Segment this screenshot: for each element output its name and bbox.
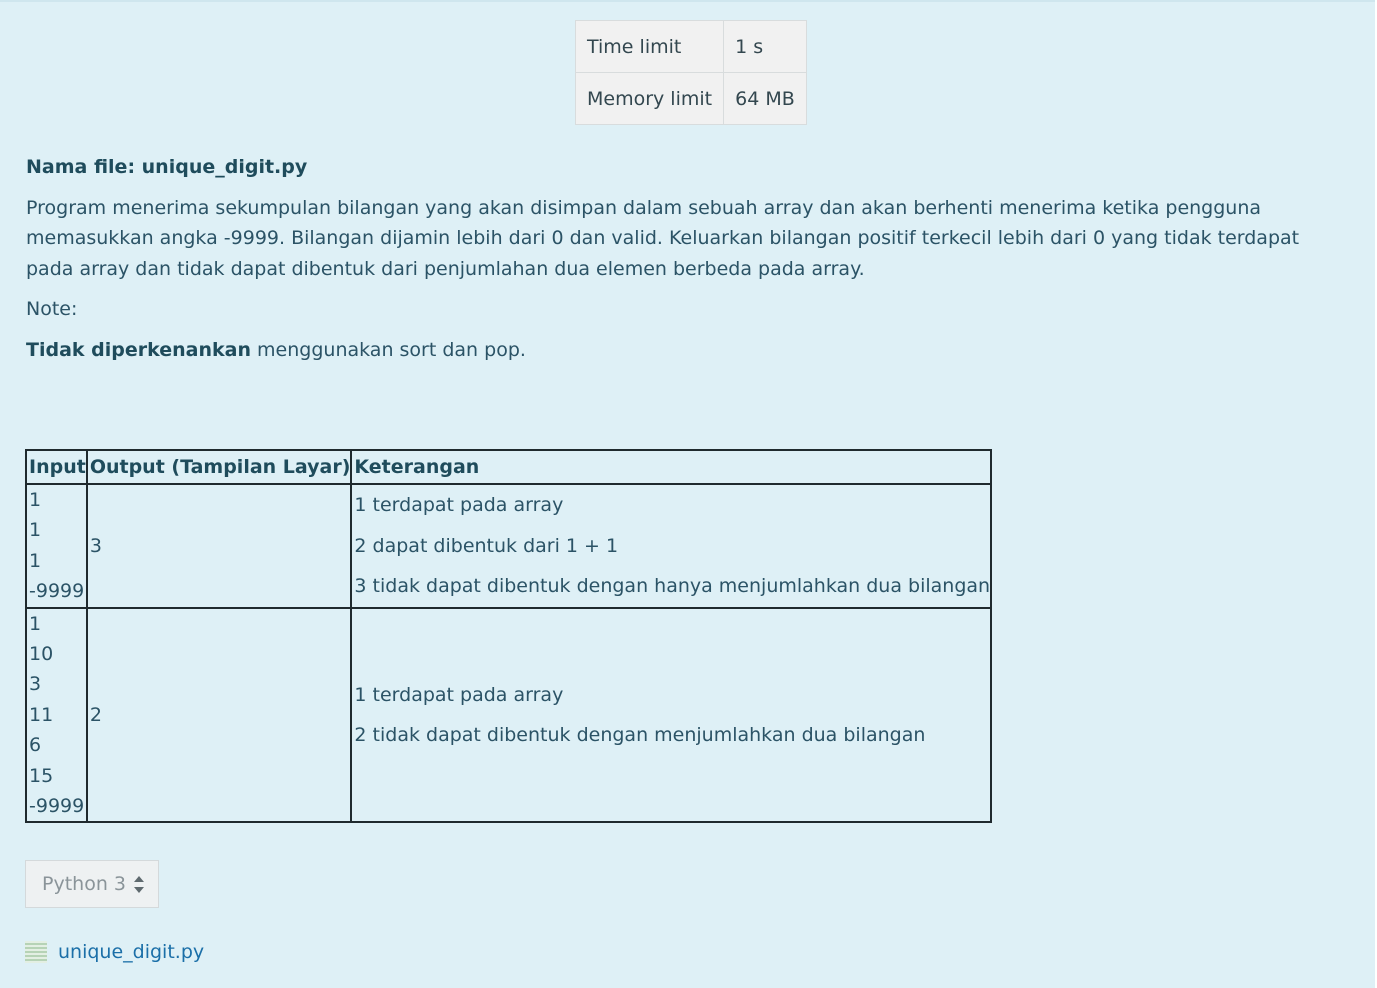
language-select[interactable]: Python 3 xyxy=(25,860,159,908)
example-input: 1 1 1 -9999 xyxy=(25,483,88,609)
time-limit-value: 1 s xyxy=(723,20,807,73)
input-line: 1 xyxy=(29,519,42,542)
memory-limit-value: 64 MB xyxy=(723,72,807,125)
input-line: 1 xyxy=(29,549,42,572)
file-download-link[interactable]: unique_digit.py xyxy=(58,941,204,963)
memory-limit-row: Memory limit 64 MB xyxy=(574,72,807,125)
header-output: Output (Tampilan Layar) xyxy=(85,449,353,485)
input-line: 11 xyxy=(29,703,54,726)
example-notes: 1 terdapat pada array 2 dapat dibentuk d… xyxy=(350,483,993,609)
note-line: 2 tidak dapat dibentuk dengan menjumlahk… xyxy=(354,724,926,747)
input-line: -9999 xyxy=(29,580,85,603)
text-file-icon xyxy=(25,941,47,963)
note-line: 1 terdapat pada array xyxy=(354,683,564,706)
note-line: 3 tidak dapat dibentuk dengan hanya menj… xyxy=(354,575,991,598)
problem-statement: Nama file: unique_digit.py Program mener… xyxy=(26,152,1346,375)
restriction-bold: Tidak diperkenankan xyxy=(26,338,251,361)
examples-table: Input Output (Tampilan Layar) Keterangan… xyxy=(25,449,993,824)
input-line: 10 xyxy=(29,643,54,666)
note-line: 1 terdapat pada array xyxy=(354,494,564,517)
note-label: Note: xyxy=(26,298,78,320)
example-output: 3 xyxy=(85,483,353,609)
input-line: 1 xyxy=(29,612,42,635)
restriction-rest: menggunakan sort dan pop. xyxy=(251,338,526,361)
limits-table: Time limit 1 s Memory limit 64 MB xyxy=(574,20,807,125)
time-limit-row: Time limit 1 s xyxy=(574,20,807,73)
problem-description: Program menerima sekumpulan bilangan yan… xyxy=(26,196,1300,280)
input-line: 6 xyxy=(29,734,42,757)
note-line: 2 dapat dibentuk dari 1 + 1 xyxy=(354,534,619,557)
example-output: 2 xyxy=(85,606,353,824)
restriction-text: Tidak diperkenankan menggunakan sort dan… xyxy=(26,335,1346,366)
examples-header-row: Input Output (Tampilan Layar) Keterangan xyxy=(25,449,993,485)
input-line: 15 xyxy=(29,764,54,787)
input-line: -9999 xyxy=(29,795,85,818)
table-row: 1 1 1 -9999 3 1 terdapat pada array 2 da… xyxy=(25,483,993,609)
header-notes: Keterangan xyxy=(350,449,993,485)
file-row: unique_digit.py xyxy=(25,938,204,966)
language-select-value: Python 3 xyxy=(42,873,126,895)
time-limit-label: Time limit xyxy=(574,20,725,73)
example-notes: 1 terdapat pada array 2 tidak dapat dibe… xyxy=(350,606,993,824)
example-input: 1 10 3 11 6 15 -9999 xyxy=(25,606,88,824)
input-line: 3 xyxy=(29,673,42,696)
table-row: 1 10 3 11 6 15 -9999 2 1 terdapat pada a… xyxy=(25,606,993,824)
up-down-arrows-icon xyxy=(134,876,144,893)
filename-heading: Nama file: unique_digit.py xyxy=(26,156,308,178)
problem-panel: Time limit 1 s Memory limit 64 MB Nama f… xyxy=(0,0,1375,988)
memory-limit-label: Memory limit xyxy=(574,72,725,125)
header-input: Input xyxy=(25,449,88,485)
input-line: 1 xyxy=(29,489,42,511)
